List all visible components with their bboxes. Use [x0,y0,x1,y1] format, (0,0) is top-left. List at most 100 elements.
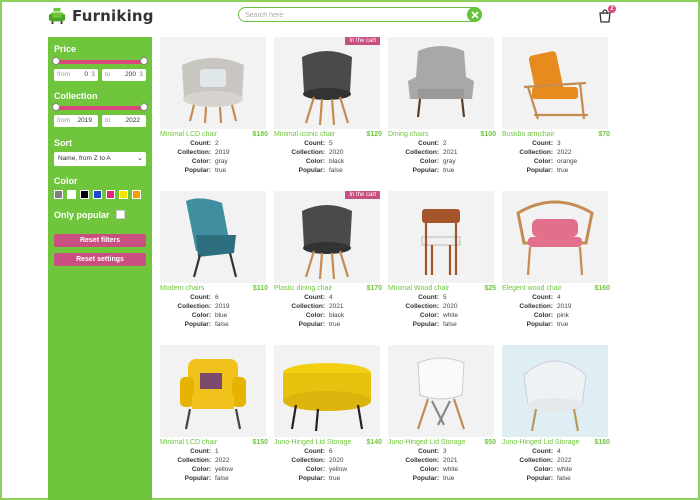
color-filter-title: Color [54,176,78,186]
wood-chair-icon [421,209,461,275]
product-popular-row: Popular: true [184,167,227,174]
product-image[interactable] [160,191,266,283]
product-image[interactable] [388,191,494,283]
product-image[interactable]: In the cart [274,191,380,283]
product-name[interactable]: Elegent wood chair [502,285,562,292]
product-name[interactable]: Minimal LCD chair [160,439,217,446]
search-input[interactable] [245,9,465,21]
reset-settings-button[interactable]: Reset settings [54,253,146,266]
product-image[interactable] [502,191,608,283]
product-image[interactable] [160,37,266,129]
collection-from-field[interactable]: from 2019 [54,115,98,127]
clear-search-button[interactable] [467,7,482,22]
price-to-field[interactable]: to 200 $ [102,69,146,81]
product-count-row: Count: 3 [418,448,447,455]
product-collection-row: Collection: 2022 [519,149,572,156]
color-swatch-5[interactable] [119,190,128,199]
product-count-row: Count: 2 [418,140,447,147]
collection-min-handle[interactable] [52,103,60,111]
product-collection-row: Collection: 2021 [291,303,344,310]
product-price: $70 [598,131,610,138]
product-image[interactable]: In the cart [274,37,380,129]
sort-select[interactable]: Name, from Z to A ⌄ [54,152,146,166]
product-price: $120 [366,131,382,138]
product-color-row: Color: white [419,466,459,473]
ottoman-yellow-icon [283,363,371,432]
product-color-row: Color: yellow [305,466,348,473]
price-filter-title: Price [54,44,77,54]
product-price: $160 [594,285,610,292]
product-count-row: Count: 3 [532,140,561,147]
product-collection-row: Collection: 2019 [177,149,230,156]
brand-logo[interactable]: Furniking [48,6,154,26]
color-swatch-1[interactable] [67,190,76,199]
product-name[interactable]: Modern chairs [160,285,204,292]
product-color-row: Color: pink [533,312,569,319]
product-color-row: Color: black [305,312,345,319]
chair-black-icon [302,205,352,280]
close-icon [470,10,479,19]
collection-to-field[interactable]: to 2022 [102,115,146,127]
product-name[interactable]: Plastic dining chair [274,285,332,292]
product-color-row: Color: gray [419,158,456,165]
product-name[interactable]: Buskbo armchair [502,131,555,138]
only-popular-label: Only popular [54,210,110,220]
color-swatch-6[interactable] [132,190,141,199]
product-name[interactable]: Juno-Hinged Lid Storage [274,439,351,446]
product-popular-row: Popular: true [298,475,341,482]
filter-sidebar: Price from 0 $ to 200 $ Collection from … [48,37,152,500]
product-collection-row: Collection: 2020 [291,149,344,156]
product-collection-row: Collection: 2021 [405,457,458,464]
color-swatch-2[interactable] [80,190,89,199]
product-name[interactable]: Juno-Hinged Lid Storage [502,439,579,446]
collection-range-slider[interactable] [52,103,148,111]
product-popular-row: Popular: false [412,321,457,328]
in-cart-badge: In the cart [345,191,380,199]
product-price: $180 [594,439,610,446]
cart-count-badge: 2 [608,5,616,13]
product-count-row: Count: 6 [304,448,333,455]
product-image[interactable] [274,345,380,437]
sort-title: Sort [54,138,72,148]
product-name[interactable]: Minimal iconic chair [274,131,335,138]
product-color-row: Color: black [305,158,345,165]
reset-filters-button[interactable]: Reset filters [54,234,146,247]
product-image[interactable] [388,37,494,129]
product-popular-row: Popular: false [184,321,229,328]
armchair-orange-icon [523,51,588,120]
product-name[interactable]: Minimal LCD chair [160,131,217,138]
color-swatch-4[interactable] [106,190,115,199]
product-popular-row: Popular: true [526,167,569,174]
product-count-row: Count: 4 [304,294,333,301]
color-swatch-0[interactable] [54,190,63,199]
product-count-row: Count: 6 [190,294,219,301]
product-name[interactable]: Dining chairs [388,131,428,138]
collection-max-handle[interactable] [140,103,148,111]
product-collection-row: Collection: 2020 [405,303,458,310]
price-max-handle[interactable] [140,57,148,65]
product-color-row: Color: orange [533,158,578,165]
only-popular-checkbox[interactable] [116,210,125,219]
wingchair-gray-icon [408,46,474,118]
product-count-row: Count: 1 [190,448,219,455]
product-image[interactable] [502,37,608,129]
color-swatch-3[interactable] [93,190,102,199]
lounge-blue-icon [186,198,238,278]
product-color-row: Color: white [533,466,573,473]
product-image[interactable] [502,345,608,437]
chevron-down-icon: ⌄ [137,155,143,162]
product-count-row: Count: 5 [304,140,333,147]
product-popular-row: Popular: true [526,321,569,328]
product-image[interactable] [388,345,494,437]
price-range-slider[interactable] [52,57,148,65]
product-color-row: Color: gray [191,158,228,165]
cart-button[interactable]: 2 [598,5,618,24]
price-min-handle[interactable] [52,57,60,65]
price-from-field[interactable]: from 0 $ [54,69,98,81]
shell-white-icon [523,360,587,432]
product-popular-row: Popular: true [298,321,341,328]
product-name[interactable]: Juno-Hinged Lid Storage [388,439,465,446]
product-name[interactable]: Minimal Wood chair [388,285,449,292]
product-price: $25 [484,285,496,292]
product-image[interactable] [160,345,266,437]
